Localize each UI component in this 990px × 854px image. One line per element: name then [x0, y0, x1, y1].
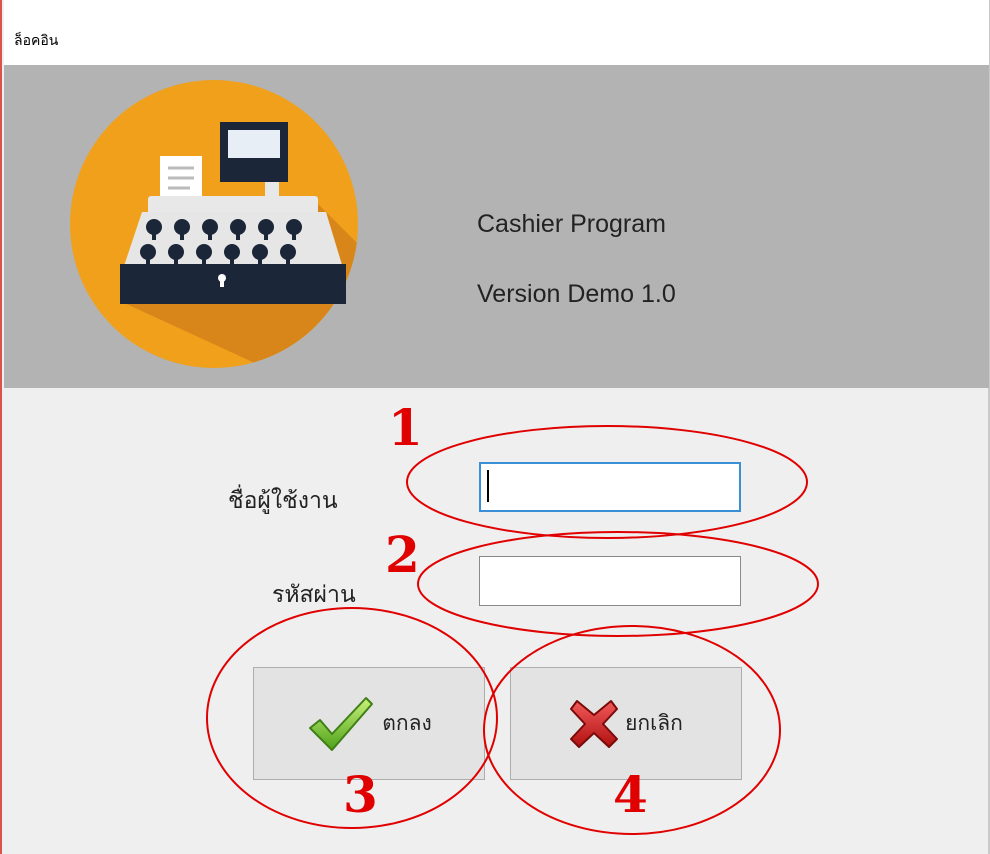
- cancel-button-label: ยกเลิก: [625, 711, 683, 735]
- annotation-marker-2: 2: [385, 525, 420, 584]
- username-input[interactable]: [479, 462, 741, 512]
- cash-register-icon: [70, 80, 358, 368]
- username-label: ชื่อผู้ใช้งาน: [228, 488, 338, 514]
- ok-button-label: ตกลง: [382, 711, 432, 735]
- title-bar: ล็อคอิน: [4, 0, 989, 65]
- app-name: Cashier Program: [477, 210, 666, 238]
- login-form: [2, 388, 987, 854]
- password-label: รหัสผ่าน: [272, 582, 356, 608]
- password-input[interactable]: [479, 556, 741, 606]
- cancel-button[interactable]: ยกเลิก: [510, 667, 742, 780]
- ok-button[interactable]: ตกลง: [253, 667, 485, 780]
- annotation-marker-4: 4: [613, 765, 648, 824]
- window-title: ล็อคอิน: [14, 33, 59, 49]
- app-version: Version Demo 1.0: [477, 280, 676, 308]
- annotation-marker-1: 1: [388, 398, 423, 457]
- checkmark-icon: [309, 696, 374, 751]
- annotation-marker-3: 3: [343, 765, 378, 824]
- red-x-icon: [570, 699, 619, 748]
- text-caret: [487, 470, 489, 502]
